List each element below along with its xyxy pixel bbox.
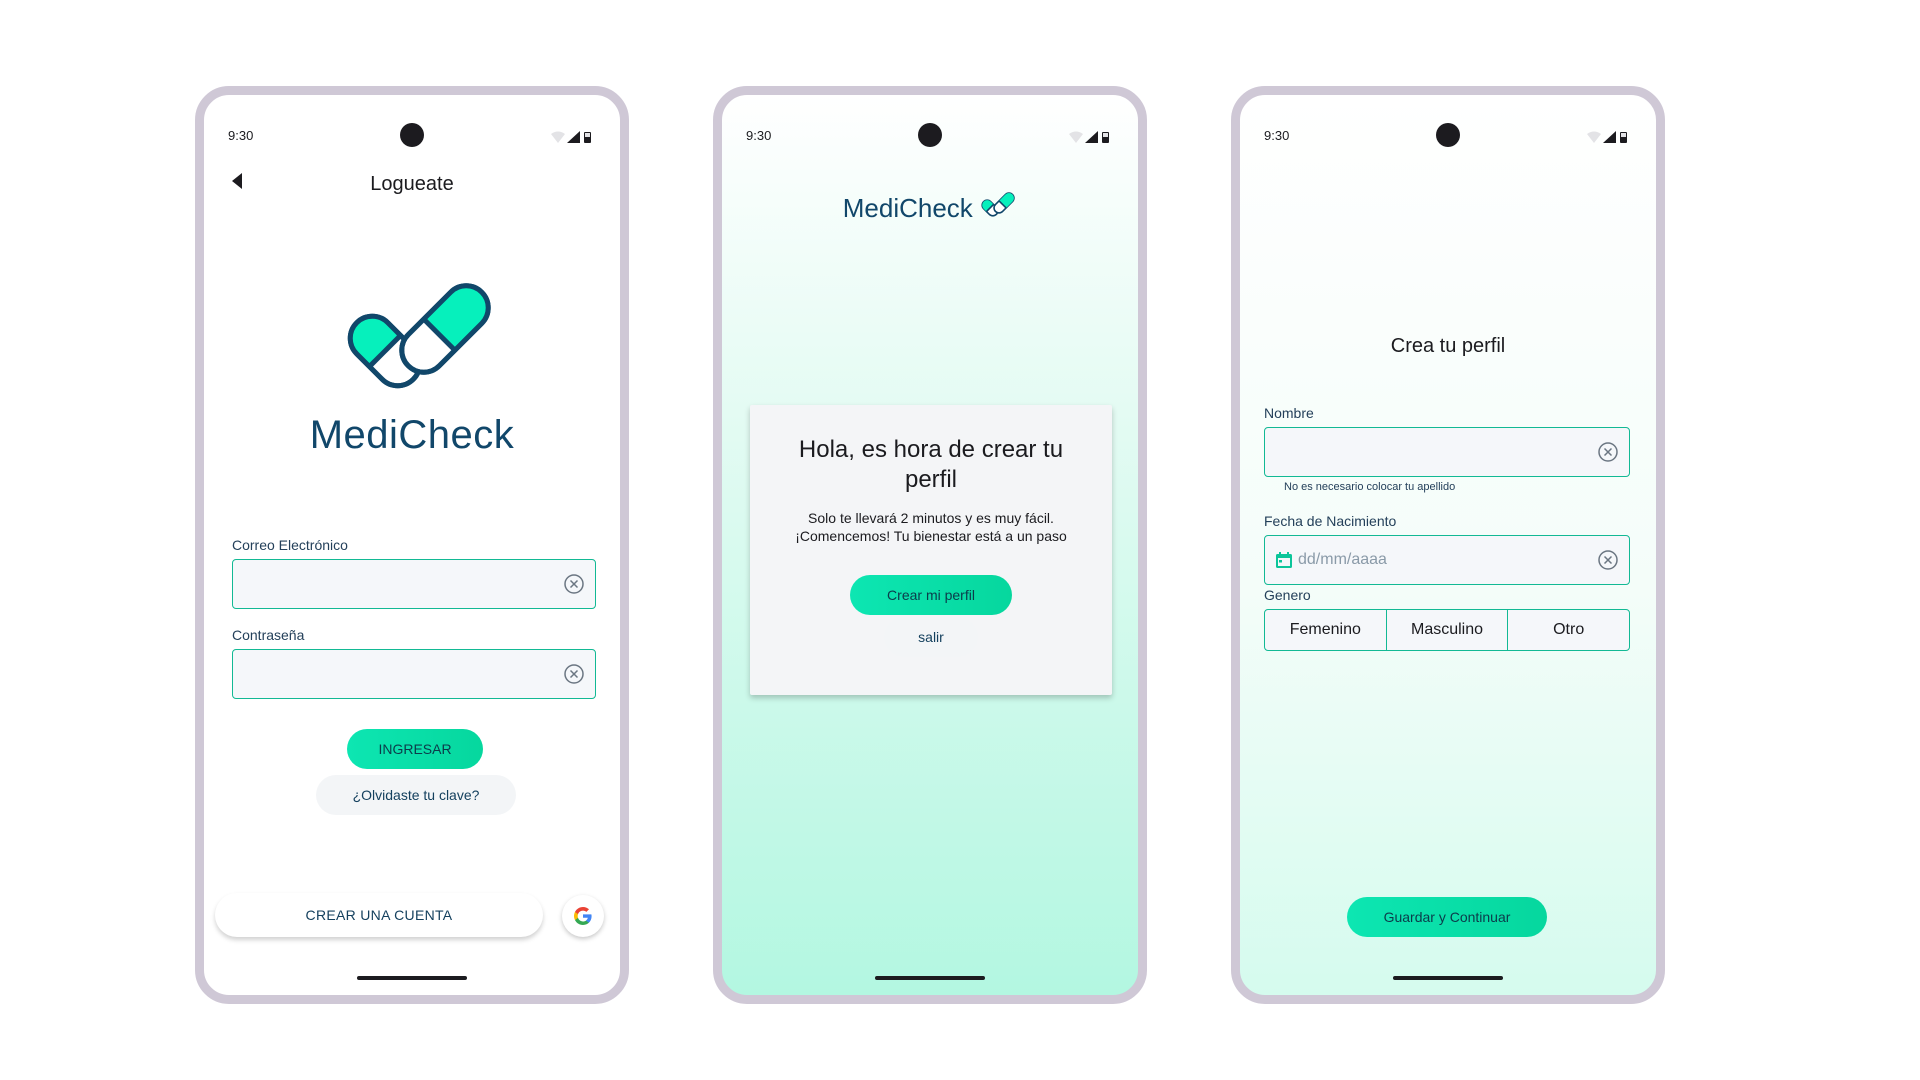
create-profile-screen: 9:30 Crea tu perfil Nombre No es necesar… [1231, 86, 1665, 1004]
birth-date-placeholder: dd/mm/aaaa [1298, 551, 1387, 568]
signal-icon [567, 131, 580, 143]
welcome-card: Hola, es hora de crear tu perfil Solo te… [750, 405, 1112, 695]
birth-date-label: Fecha de Nacimiento [1264, 513, 1397, 529]
gender-option-femenino[interactable]: Femenino [1265, 610, 1386, 650]
brand-header: MediCheck [722, 191, 1138, 224]
brand-name: MediCheck [842, 193, 973, 223]
camera-cutout [918, 123, 942, 147]
signal-icon [1085, 131, 1098, 143]
welcome-heading: Hola, es hora de crear tu perfil [798, 436, 1064, 493]
clear-icon[interactable] [1597, 549, 1619, 571]
save-continue-button[interactable]: Guardar y Continuar [1347, 897, 1547, 937]
gender-option-otro[interactable]: Otro [1507, 610, 1629, 650]
calendar-icon[interactable] [1274, 550, 1294, 570]
status-time: 9:30 [228, 128, 254, 143]
name-field[interactable] [1264, 427, 1630, 477]
wifi-icon [1069, 131, 1083, 143]
home-indicator[interactable] [357, 976, 467, 980]
home-indicator[interactable] [1393, 976, 1503, 980]
wifi-icon [1587, 131, 1601, 143]
wifi-icon [551, 131, 565, 143]
clear-icon[interactable] [563, 573, 585, 595]
status-icons [1587, 131, 1627, 143]
page-title: Crea tu perfil [1390, 335, 1506, 357]
camera-cutout [400, 123, 424, 147]
email-label: Correo Electrónico [232, 537, 348, 553]
home-indicator[interactable] [875, 976, 985, 980]
medicheck-logo-icon [347, 283, 491, 389]
clear-icon[interactable] [1597, 441, 1619, 463]
gender-selector: Femenino Masculino Otro [1264, 609, 1630, 651]
password-label: Contraseña [232, 627, 305, 643]
welcome-screen: 9:30 MediCheck Hola, es hora de crear tu… [713, 86, 1147, 1004]
create-account-button[interactable]: CREAR UNA CUENTA [215, 893, 543, 937]
status-time: 9:30 [746, 128, 772, 143]
name-helper-text: No es necesario colocar tu apellido [1284, 481, 1456, 493]
camera-cutout [1436, 123, 1460, 147]
gender-option-masculino[interactable]: Masculino [1385, 610, 1508, 650]
status-icons [551, 131, 591, 143]
page-title: Logueate [370, 173, 454, 195]
status-bar: 9:30 [722, 123, 1138, 149]
name-label: Nombre [1264, 405, 1314, 421]
status-bar: 9:30 [204, 123, 620, 149]
signal-icon [1603, 131, 1616, 143]
email-field[interactable] [232, 559, 596, 609]
brand-name: MediCheck [309, 413, 515, 457]
google-icon [574, 907, 592, 925]
clear-icon[interactable] [563, 663, 585, 685]
exit-button[interactable]: salir [884, 617, 978, 657]
medicheck-logo-icon [981, 192, 1015, 217]
status-bar: 9:30 [1240, 123, 1656, 149]
google-signin-button[interactable] [562, 895, 604, 937]
birth-date-field[interactable]: dd/mm/aaaa [1264, 535, 1630, 585]
forgot-password-button[interactable]: ¿Olvidaste tu clave? [316, 775, 516, 815]
gender-label: Genero [1264, 587, 1311, 603]
login-button[interactable]: INGRESAR [347, 729, 483, 769]
password-field[interactable] [232, 649, 596, 699]
login-screen: 9:30 Logueate MediCheck Correo Electróni… [195, 86, 629, 1004]
status-time: 9:30 [1264, 128, 1290, 143]
welcome-body: Solo te llevará 2 minutos y es muy fácil… [795, 510, 1067, 544]
status-icons [1069, 131, 1109, 143]
create-profile-button[interactable]: Crear mi perfil [850, 575, 1012, 615]
